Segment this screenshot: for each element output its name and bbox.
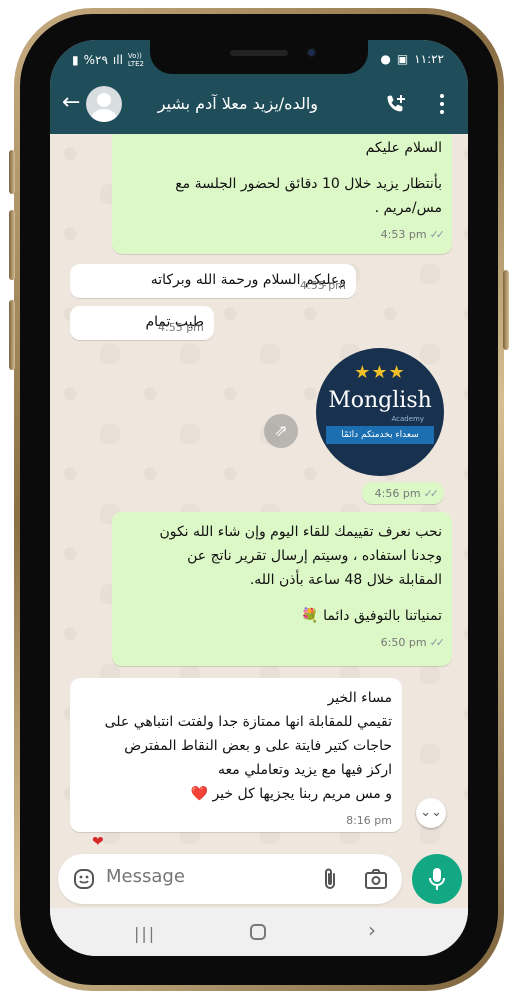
- message-composer: [58, 854, 402, 904]
- message-meta: 6:50 pm ✓✓: [122, 630, 446, 655]
- message-meta: 8:16 pm: [80, 808, 392, 833]
- message-line: مساء الخير: [327, 690, 392, 706]
- signal-icon: ıll: [112, 53, 123, 67]
- status-left: ▮ %٢٩ ıll Vo)) LTE2: [72, 52, 144, 68]
- message-line: حاجات كتير فايتة على و بعض النقاط المفتر…: [124, 738, 392, 754]
- logo-ribbon: سعداء بخدمتكم دائمًا: [326, 426, 434, 444]
- chat-area[interactable]: السلام عليكم بأنتظار يزيد خلال 10 دقائق …: [50, 134, 468, 854]
- phone-side-button: [9, 300, 15, 370]
- message-line: بأنتظار يزيد خلال 10 دقائق لحضور الجلسة …: [175, 176, 442, 192]
- attach-icon[interactable]: [320, 866, 340, 892]
- message-line: اركز فيها مع يزيد وتعاملي معه: [218, 762, 392, 778]
- message-input[interactable]: [106, 866, 286, 887]
- status-bar: ▮ %٢٩ ıll Vo)) LTE2 ● ▣ ١١:٢٢: [50, 40, 468, 76]
- read-ticks-icon: ✓✓: [423, 487, 440, 500]
- message-line: نحب نعرف تقييمك للقاء اليوم وإن شاء الله…: [159, 524, 442, 540]
- message-time: 4:56 pm: [374, 487, 421, 500]
- recent-apps-icon[interactable]: |||: [134, 924, 156, 943]
- message-meta: 4:53 pm ✓✓: [122, 222, 446, 247]
- notch: [150, 40, 368, 74]
- message-bubble-incoming[interactable]: مساء الخير تقيمي للمقابلة انها ممتازة جد…: [70, 678, 402, 832]
- message-bubble-outgoing[interactable]: السلام عليكم بأنتظار يزيد خلال 10 دقائق …: [112, 134, 452, 254]
- message-line: السلام عليكم: [365, 140, 442, 156]
- camera-icon[interactable]: [364, 868, 388, 890]
- image-time-badge: 4:56 pm ✓✓: [362, 482, 444, 504]
- contact-name[interactable]: والده/يزيد معلا آدم بشير: [158, 94, 318, 113]
- gallery-icon: ▣: [396, 52, 409, 66]
- message-time: 4:55 pm: [300, 279, 346, 292]
- logo-brand: Monglish: [328, 388, 432, 413]
- message-time: 6:50 pm: [380, 636, 427, 649]
- message-meta: 4:56 pm ✓✓: [370, 484, 440, 503]
- message-line: [122, 160, 442, 172]
- read-ticks-icon: ✓✓: [429, 228, 446, 241]
- logo-sub: Academy: [391, 415, 424, 423]
- forward-icon[interactable]: ⇗: [264, 414, 298, 448]
- carrier-label: Vo)) LTE2: [127, 52, 145, 68]
- phone-side-button: [9, 150, 15, 194]
- avatar-body: [91, 109, 117, 122]
- nav-back-icon[interactable]: ›: [368, 918, 376, 942]
- scroll-down-button[interactable]: ⌄⌄: [416, 798, 446, 828]
- message-bubble-incoming[interactable]: طيب تمام 4:55 pm: [70, 306, 214, 340]
- wifi-icon: ●: [380, 52, 391, 66]
- avatar[interactable]: [86, 86, 122, 122]
- emoji-icon[interactable]: [72, 867, 96, 891]
- more-options-icon[interactable]: [440, 94, 446, 116]
- message-line: وجدنا استفاده ، وسيتم إرسال تقرير ناتج ع…: [187, 548, 442, 564]
- home-icon[interactable]: [250, 924, 266, 940]
- status-right: ● ▣ ١١:٢٢: [380, 52, 444, 66]
- message-line: و مس مريم ربنا يجزيها كل خير ❤️: [190, 786, 392, 802]
- add-call-icon[interactable]: [384, 92, 408, 116]
- stars-icon: ★★★: [354, 362, 406, 383]
- mic-button[interactable]: [412, 854, 462, 904]
- message-time: 8:16 pm: [346, 814, 392, 827]
- phone-side-button: [9, 210, 15, 280]
- message-time: 4:55 pm: [158, 321, 204, 334]
- message-bubble-incoming[interactable]: وعليكم السلام ورحمة الله وبركاته 4:55 pm: [70, 264, 356, 298]
- message-line: مس/مريم .: [374, 200, 442, 216]
- speaker: [230, 50, 288, 56]
- phone-screen: ▮ %٢٩ ıll Vo)) LTE2 ● ▣ ١١:٢٢ ← والده/يز…: [50, 40, 468, 956]
- android-nav-bar: ||| ›: [50, 908, 468, 956]
- message-line: [122, 592, 442, 604]
- monglish-logo-image: ★★★ Monglish Academy سعداء بخدمتكم دائمً…: [316, 348, 444, 476]
- battery-icon: ▮: [72, 53, 79, 67]
- avatar-head: [97, 93, 111, 107]
- heart-reaction-icon: ❤: [92, 834, 104, 850]
- front-camera: [306, 47, 317, 58]
- message-line: تقيمي للمقابلة انها ممتازة جدا ولفتت انت…: [104, 714, 392, 730]
- phone-side-button: [503, 270, 509, 350]
- mic-icon: [429, 868, 445, 890]
- message-time: 4:53 pm: [380, 228, 427, 241]
- back-arrow-icon[interactable]: ←: [62, 92, 80, 114]
- battery-percent: %٢٩: [83, 53, 108, 67]
- message-bubble-outgoing[interactable]: نحب نعرف تقييمك للقاء اليوم وإن شاء الله…: [112, 512, 452, 666]
- image-message[interactable]: ★★★ Monglish Academy سعداء بخدمتكم دائمً…: [316, 348, 446, 480]
- status-time: ١١:٢٢: [414, 52, 444, 66]
- chat-header: ← والده/يزيد معلا آدم بشير: [50, 76, 468, 134]
- read-ticks-icon: ✓✓: [429, 636, 446, 649]
- message-line: تمنياتنا بالتوفيق دائما 💐: [301, 608, 442, 624]
- message-line: المقابلة خلال 48 ساعة بأذن الله.: [249, 572, 442, 588]
